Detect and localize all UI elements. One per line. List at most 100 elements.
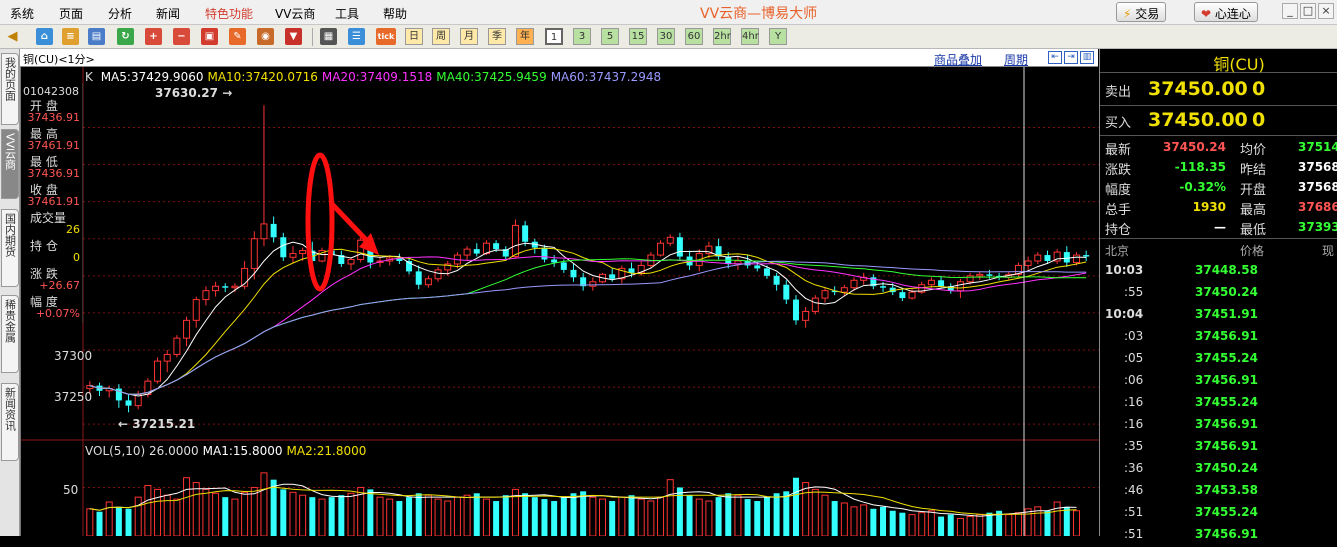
info-value: +26.67 — [39, 279, 80, 292]
period-button-60[interactable]: 60 — [685, 28, 703, 45]
tick-price: 37456.91 — [1195, 417, 1259, 431]
filter-icon[interactable]: ▼ — [285, 28, 302, 45]
tick-row: :46 37453.58 — [1100, 481, 1337, 503]
period-button-3[interactable]: 3 — [573, 28, 591, 45]
ticks-header-price: 价格 — [1240, 244, 1265, 258]
stat-label: 最低 — [1240, 223, 1267, 238]
close-button[interactable]: × — [1318, 3, 1334, 19]
nav-left-icon[interactable]: ⇤ — [1048, 51, 1062, 64]
window-icon[interactable]: ▣ — [201, 28, 218, 45]
buy-label: 买入 — [1105, 116, 1132, 131]
period-button-5[interactable]: 5 — [601, 28, 619, 45]
list-icon[interactable]: ☰ — [348, 28, 365, 45]
period-button-1[interactable]: 1 — [545, 28, 563, 45]
candle-body — [511, 224, 519, 258]
tick-time: 10:03 — [1105, 263, 1144, 277]
volume-bar — [705, 500, 713, 536]
volume-bar — [270, 479, 277, 536]
maximize-button[interactable]: □ — [1300, 3, 1316, 19]
period-button-2hr[interactable]: 2hr — [713, 28, 731, 45]
period-button-15[interactable]: 15 — [629, 28, 647, 45]
table-icon[interactable]: ▦ — [320, 28, 337, 45]
sidebar-tab-domestic-futures[interactable]: 国内期货 — [1, 209, 19, 287]
stats-row: 涨跌 -118.35 昨结 37568 — [1100, 157, 1337, 178]
menu-special-features[interactable]: 特色功能 — [205, 5, 253, 22]
candle-body — [289, 253, 297, 258]
volume-bar — [802, 482, 810, 536]
refresh-icon[interactable]: ↻ — [117, 28, 134, 45]
menu-analysis[interactable]: 分析 — [108, 5, 132, 22]
sidebar-tab-label: 稀贵金属 — [3, 299, 17, 343]
volume-bar — [1044, 510, 1051, 536]
home-icon[interactable]: ⌂ — [36, 28, 53, 45]
stat-label: 最高 — [1240, 203, 1267, 218]
sidebar-tab-news[interactable]: 新闻资讯 — [1, 383, 19, 461]
volume-bar — [367, 489, 374, 536]
period-button-季[interactable]: 季 — [488, 28, 506, 45]
app-title: VV云商—博易大师 — [700, 6, 818, 22]
menu-page[interactable]: 页面 — [59, 5, 83, 22]
buy-qty: 0 — [1252, 109, 1266, 131]
volume-bar — [947, 514, 954, 536]
candle-body — [609, 274, 616, 279]
overlay-link[interactable]: 商品叠加 — [934, 51, 982, 68]
minimize-button[interactable]: _ — [1282, 3, 1298, 19]
stack-icon[interactable]: ≡ — [62, 28, 79, 45]
menu-news[interactable]: 新闻 — [156, 5, 180, 22]
volume-bar — [260, 472, 268, 536]
candle-body — [908, 291, 916, 299]
volume-bar — [792, 477, 799, 536]
sell-row: 卖出 37450.00 0 — [1100, 77, 1337, 103]
volume-bar — [686, 495, 693, 536]
layout-icon[interactable]: ▥ — [1080, 51, 1094, 64]
period-button-Y[interactable]: Y — [769, 28, 787, 45]
ma-legend: K MA5:37429.9060 MA10:37420.0716 MA20:3740… — [85, 70, 669, 84]
volume-bar — [299, 494, 307, 536]
volume-bar — [1053, 501, 1061, 536]
candle-body — [173, 337, 181, 355]
tick-time: :51 — [1124, 505, 1144, 519]
info-value: 26 — [66, 223, 80, 236]
kline-chart — [21, 67, 1099, 536]
volume-bar — [599, 498, 607, 536]
annotation-ellipse — [305, 152, 335, 292]
volume-bar — [551, 501, 558, 536]
zoom-in-icon[interactable]: + — [145, 28, 162, 45]
candle-body — [821, 290, 829, 299]
sell-price: 37450.00 — [1148, 78, 1248, 100]
tick-time: :35 — [1124, 439, 1144, 453]
sidebar-tab-precious-metals[interactable]: 稀贵金属 — [1, 295, 19, 373]
zoom-out-icon[interactable]: − — [173, 28, 190, 45]
period-button-月[interactable]: 月 — [460, 28, 478, 45]
period-button-30[interactable]: 30 — [657, 28, 675, 45]
period-link[interactable]: 周期 — [1004, 51, 1028, 68]
tick-time: :51 — [1124, 527, 1144, 541]
menu-help[interactable]: 帮助 — [383, 5, 407, 22]
tick-button[interactable]: tick — [376, 28, 396, 45]
tick-price: 37451.91 — [1195, 307, 1259, 321]
menu-bar: 系统 页面 分析 新闻 特色功能 VV云商 工具 帮助 VV云商—博易大师 ⚡ … — [0, 0, 1337, 25]
document-icon[interactable]: ▤ — [88, 28, 105, 45]
period-button-日[interactable]: 日 — [405, 28, 423, 45]
ma-line — [89, 256, 1087, 395]
sidebar-tab-vv-cloud[interactable]: VV云商 — [1, 129, 19, 199]
period-button-4hr[interactable]: 4hr — [741, 28, 759, 45]
volume-bar — [1072, 510, 1080, 536]
xinlian-button[interactable]: ❤ 心连心 — [1194, 2, 1258, 22]
volume-bar — [986, 512, 993, 536]
menu-tools[interactable]: 工具 — [335, 5, 359, 22]
trade-button[interactable]: ⚡ 交易 — [1116, 2, 1167, 22]
chart-area[interactable]: K MA5:37429.9060 MA10:37420.0716 MA20:3740… — [20, 67, 1099, 536]
coin-icon[interactable]: ◉ — [257, 28, 274, 45]
period-button-周[interactable]: 周 — [432, 28, 450, 45]
back-arrow-icon[interactable]: ◀ — [4, 28, 21, 45]
sidebar-tab-my-page[interactable]: 我的页面 — [1, 53, 19, 125]
divider — [1100, 135, 1337, 136]
volume-bar — [783, 491, 790, 536]
pen-icon[interactable]: ✎ — [229, 28, 246, 45]
volume-bar — [309, 497, 316, 536]
menu-vv-cloud[interactable]: VV云商 — [275, 5, 315, 22]
menu-system[interactable]: 系统 — [10, 5, 34, 22]
period-button-年[interactable]: 年 — [516, 28, 534, 45]
nav-right-icon[interactable]: ⇥ — [1064, 51, 1078, 64]
